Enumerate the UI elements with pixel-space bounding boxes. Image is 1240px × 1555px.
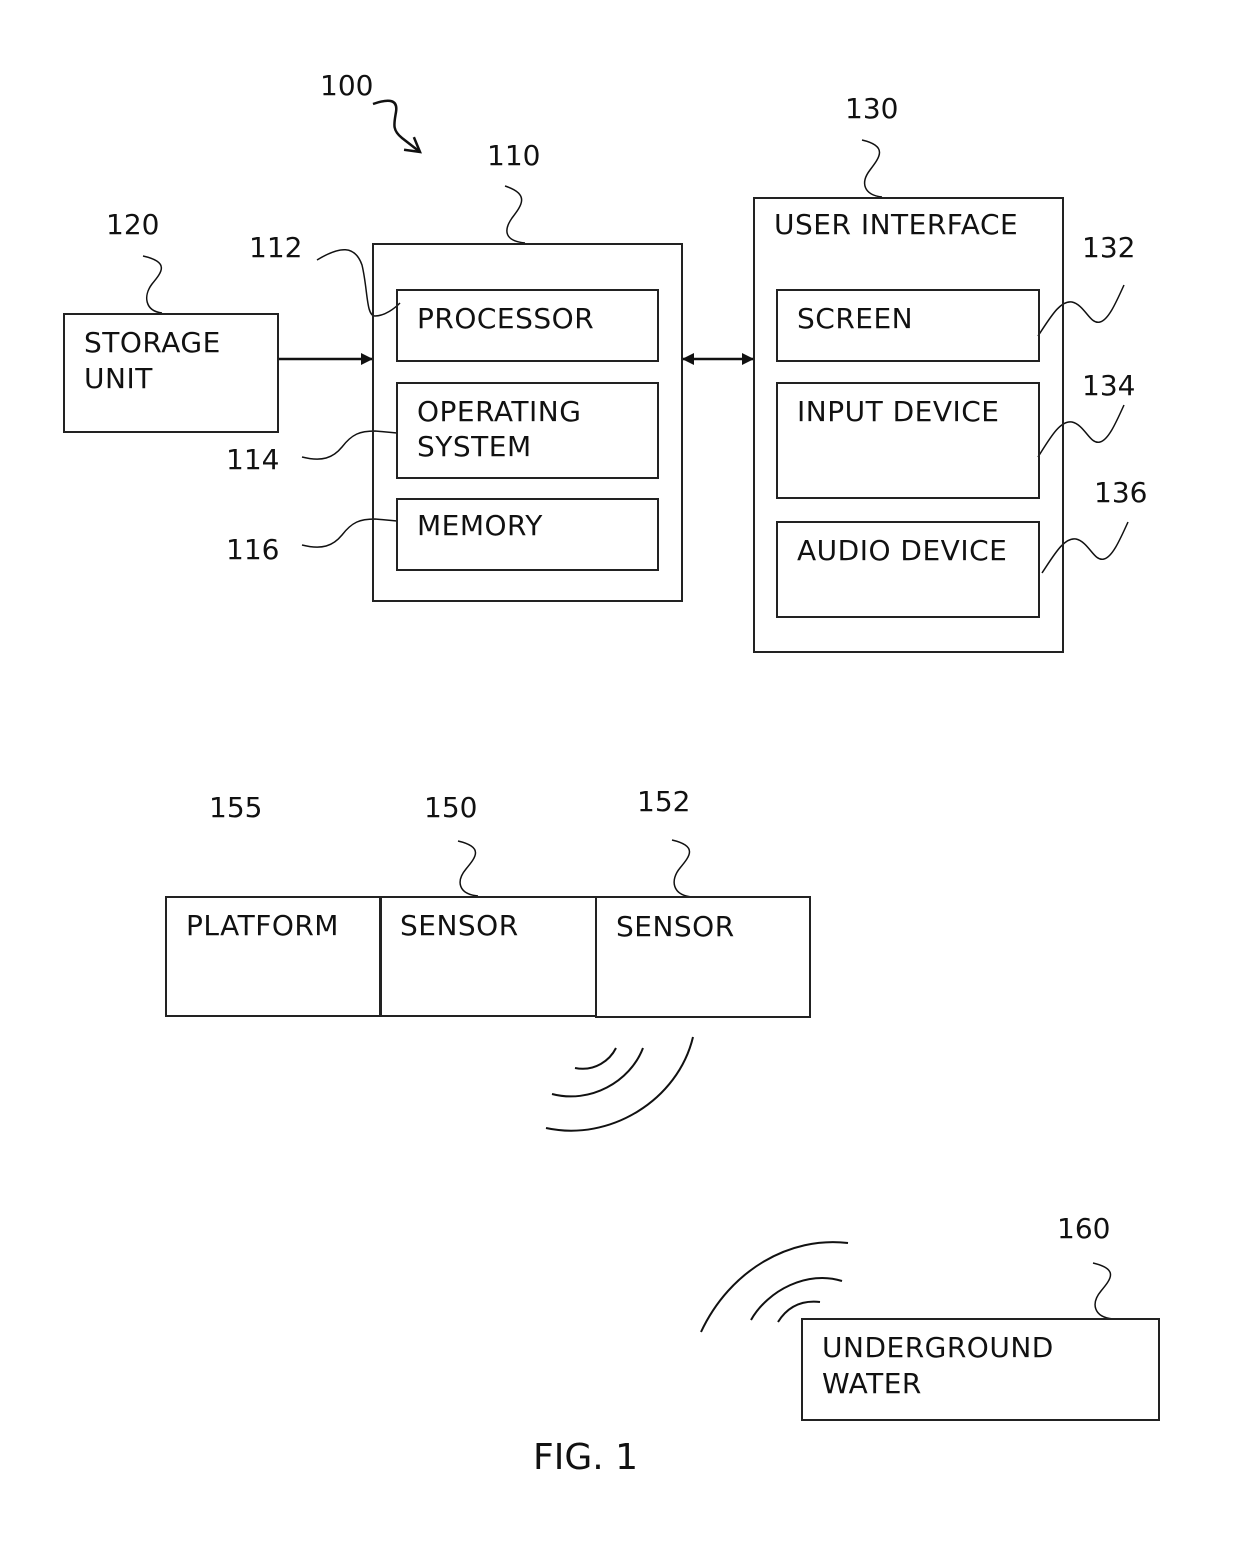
- leader-152: [671, 839, 693, 898]
- processor-label: PROCESSOR: [417, 302, 595, 335]
- ref-130: 130: [845, 92, 899, 125]
- ref-152: 152: [637, 785, 691, 818]
- operating-system-label: OPERATING SYSTEM: [417, 395, 582, 463]
- ref-116: 116: [226, 533, 280, 566]
- platform-box: PLATFORM: [165, 896, 382, 1017]
- operating-system-box: OPERATING SYSTEM: [396, 382, 659, 479]
- leader-110: [504, 185, 526, 244]
- ref-114: 114: [226, 443, 280, 476]
- sensor-152-box: SENSOR: [595, 896, 811, 1018]
- underground-water-box: UNDERGROUND WATER: [801, 1318, 1160, 1421]
- sensor-wave-middle: [551, 1047, 644, 1098]
- ref-110: 110: [487, 139, 541, 172]
- ref-100: 100: [320, 69, 374, 102]
- figure-caption: FIG. 1: [533, 1437, 639, 1478]
- ref-160: 160: [1057, 1212, 1111, 1245]
- ref-136: 136: [1094, 476, 1148, 509]
- sensor-152-label: SENSOR: [616, 910, 735, 943]
- leader-160: [1092, 1262, 1114, 1320]
- sensor-wave-inner: [574, 1047, 617, 1070]
- sensor-150-box: SENSOR: [379, 896, 597, 1017]
- ref-120: 120: [106, 208, 160, 241]
- patent-figure: 100 110 120 130 112 114 116 132 134 136 …: [0, 0, 1240, 1555]
- memory-label: MEMORY: [417, 509, 543, 542]
- screen-box: SCREEN: [776, 289, 1040, 362]
- storage-unit-label: STORAGE UNIT: [84, 326, 221, 395]
- audio-device-label: AUDIO DEVICE: [797, 534, 1008, 567]
- sensor-150-label: SENSOR: [400, 909, 519, 942]
- sensor-wave-outer: [545, 1036, 694, 1132]
- input-device-box: INPUT DEVICE: [776, 382, 1040, 499]
- ref-132: 132: [1082, 231, 1136, 264]
- leader-150: [457, 840, 479, 897]
- input-device-label: INPUT DEVICE: [797, 395, 1000, 428]
- audio-device-box: AUDIO DEVICE: [776, 521, 1040, 618]
- underground-water-label: UNDERGROUND WATER: [822, 1331, 1054, 1400]
- ref-112: 112: [249, 231, 303, 264]
- leader-120: [142, 255, 163, 314]
- storage-unit-box: STORAGE UNIT: [63, 313, 279, 433]
- leader-130: [861, 139, 883, 198]
- platform-label: PLATFORM: [186, 909, 339, 942]
- water-wave-middle: [750, 1276, 843, 1321]
- ref-150: 150: [424, 791, 478, 824]
- processor-box: PROCESSOR: [396, 289, 659, 362]
- user-interface-label: USER INTERFACE: [774, 208, 1019, 241]
- memory-box: MEMORY: [396, 498, 659, 571]
- ref-155: 155: [209, 791, 263, 824]
- ref-134: 134: [1082, 369, 1136, 402]
- system-ref-arrow: [372, 99, 422, 154]
- screen-label: SCREEN: [797, 302, 914, 335]
